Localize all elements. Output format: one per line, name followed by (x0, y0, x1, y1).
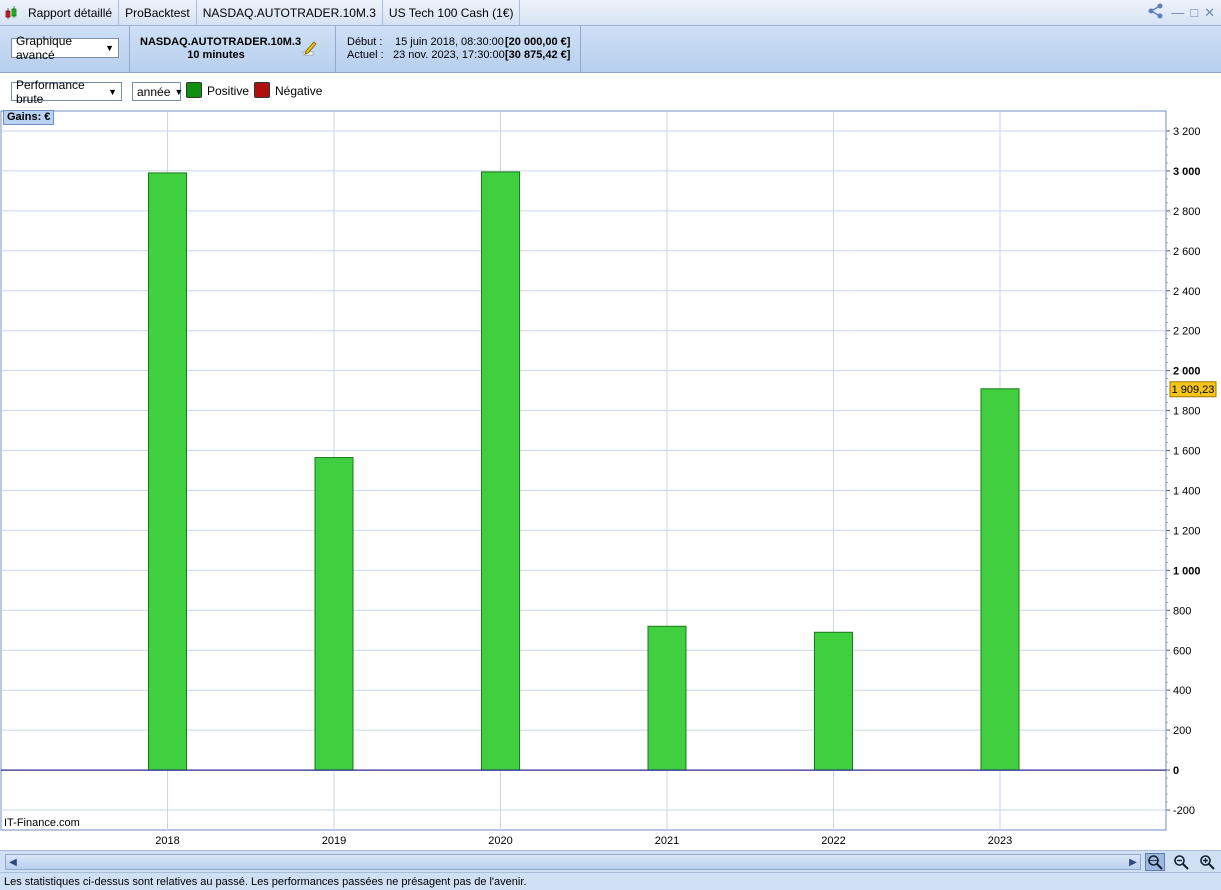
divider (335, 26, 336, 73)
minimize-icon[interactable]: — (1171, 5, 1184, 20)
y-tick-label: 3 200 (1173, 126, 1201, 138)
close-icon[interactable]: ✕ (1204, 5, 1215, 21)
start-label: Début : (347, 36, 383, 48)
share-icon[interactable] (1147, 3, 1165, 22)
x-tick-label: 2019 (322, 835, 346, 847)
view-select-value: Graphique avancé (16, 34, 73, 62)
tab-label: NASDAQ.AUTOTRADER.10M.3 (202, 5, 376, 20)
current-capital: [30 875,42 €] (505, 49, 571, 61)
chart-controls: Performance brute ▼ année ▼ Positive Nég… (0, 73, 1221, 110)
scroll-left-icon[interactable]: ◀ (6, 854, 20, 870)
backtest-dates: Début : 15 juin 2018, 08:30:00 [20 000,00 … (347, 36, 570, 62)
y-tick-label: 1 400 (1173, 485, 1201, 497)
bar-2019 (314, 457, 354, 771)
tab-label: US Tech 100 Cash (1€) (388, 5, 514, 20)
y-tick-label: 400 (1173, 685, 1191, 697)
y-tick-label: 2 400 (1173, 286, 1201, 298)
status-bar: Les statistiques ci-dessus sont relative… (0, 872, 1221, 890)
start-date: 15 juin 2018, 08:30:00 (395, 36, 504, 48)
start-capital: [20 000,00 €] (505, 36, 571, 48)
tab-system[interactable]: NASDAQ.AUTOTRADER.10M.3 (197, 0, 383, 26)
metric-select-value: Performance brute (16, 77, 85, 106)
last-value-label: 1 909,23 (1172, 384, 1215, 396)
maximize-icon[interactable]: □ (1190, 5, 1198, 20)
y-tick-label: 3 000 (1173, 166, 1201, 178)
zoom-fit-icon[interactable] (1145, 853, 1165, 871)
y-tick-label: 1 000 (1173, 565, 1201, 577)
y-tick-label: 600 (1173, 645, 1191, 657)
bar-2022 (814, 631, 853, 771)
divider (580, 26, 581, 73)
zoom-out-icon[interactable] (1171, 853, 1191, 871)
y-tick-label: 2 000 (1173, 366, 1201, 378)
chart-area[interactable]: 3 200 3 000 2 800 2 600 2 400 2 200 2 000 1 800… (0, 110, 1221, 850)
y-tick-label: 1 200 (1173, 525, 1201, 537)
x-tick-label: 2021 (655, 835, 679, 847)
current-label: Actuel : (347, 49, 384, 61)
tab-instrument[interactable]: US Tech 100 Cash (1€) (383, 0, 521, 26)
scroll-right-icon[interactable]: ▶ (1126, 854, 1140, 870)
tab-probacktest[interactable]: ProBacktest (119, 0, 197, 26)
zoom-in-icon[interactable] (1197, 853, 1217, 871)
y-tick-label: 1 800 (1173, 406, 1201, 418)
x-tick-label: 2022 (821, 835, 845, 847)
chevron-down-icon: ▼ (174, 86, 184, 97)
y-tick-label: 200 (1173, 725, 1191, 737)
edit-pencil-icon[interactable] (302, 40, 318, 59)
y-tick-label: 2 200 (1173, 326, 1201, 338)
scrollbar-track[interactable] (5, 854, 1141, 870)
horizontal-scrollbar[interactable]: ◀ ▶ (0, 850, 1221, 872)
legend-negative: Négative (275, 84, 323, 98)
disclaimer-text: Les statistiques ci-dessus sont relative… (4, 876, 527, 888)
tab-label: ProBacktest (125, 5, 190, 20)
y-tick-label: 0 (1173, 765, 1179, 777)
divider (129, 26, 130, 73)
period-select-value: année (137, 84, 171, 99)
y-tick-label: -200 (1173, 805, 1195, 817)
y-tick-label: 1 600 (1173, 446, 1201, 458)
positive-swatch[interactable] (186, 82, 202, 98)
y-tick-label: 2 800 (1173, 206, 1201, 218)
tab-rapport-detaille[interactable]: Rapport détaillé (22, 0, 120, 26)
report-header: Graphique avancé ▼ NASDAQ.AUTOTRADER.10M… (0, 26, 1221, 73)
watermark: IT-Finance.com (4, 817, 80, 829)
chevron-down-icon: ▼ (105, 43, 114, 53)
bar-2020 (481, 171, 520, 771)
gains-badge: Gains: € (3, 110, 55, 125)
y-tick-label: 2 600 (1173, 246, 1201, 258)
current-date: 23 nov. 2023, 17:30:00 (393, 49, 505, 61)
tab-label: Rapport détaillé (28, 5, 113, 20)
x-tick-label: 2020 (488, 835, 512, 847)
candlestick-icon (0, 0, 22, 26)
x-tick-label: 2023 (988, 835, 1012, 847)
view-select[interactable]: Graphique avancé ▼ (11, 34, 119, 62)
legend-positive: Positive (207, 84, 250, 98)
x-tick-label: 2018 (155, 835, 179, 847)
system-name: NASDAQ.AUTOTRADER.10M.3 (140, 36, 302, 48)
timeframe: 10 minutes (187, 49, 245, 61)
bar-chart[interactable]: 3 200 3 000 2 800 2 600 2 400 2 200 2 000 1 800… (0, 110, 1221, 850)
bar-2023 (980, 388, 1020, 771)
chevron-down-icon: ▼ (108, 86, 117, 97)
metric-select[interactable]: Performance brute ▼ (11, 78, 122, 106)
period-select[interactable]: année ▼ (132, 82, 184, 101)
negative-swatch[interactable] (254, 82, 270, 98)
bar-2021 (647, 625, 687, 771)
y-tick-label: 800 (1173, 605, 1191, 617)
title-bar: Rapport détaillé ProBacktest NASDAQ.AUTO… (0, 0, 1221, 26)
bar-2018 (148, 172, 187, 771)
